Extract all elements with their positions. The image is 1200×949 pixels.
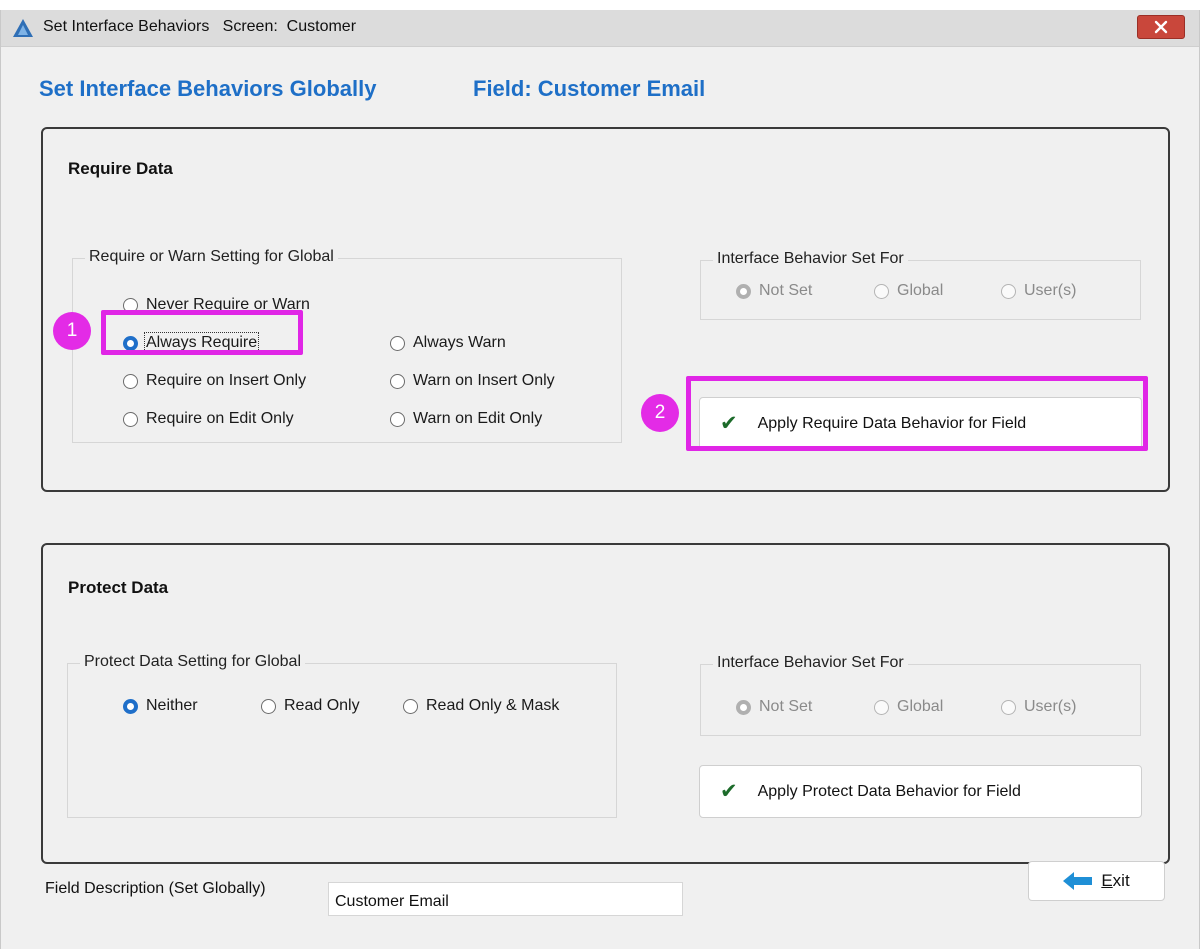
protect-behavior-fieldset: Interface Behavior Set For Not Set Globa… bbox=[700, 654, 1141, 736]
require-behavior-fieldset: Interface Behavior Set For Not Set Globa… bbox=[700, 250, 1141, 320]
protect-behavior-global-label: Global bbox=[897, 698, 944, 715]
radio-require-edit[interactable]: Require on Edit Only bbox=[123, 410, 294, 428]
require-behavior-users-label: User(s) bbox=[1024, 282, 1077, 299]
protect-behavior-users: User(s) bbox=[1001, 698, 1076, 716]
radio-read-only[interactable]: Read Only bbox=[261, 697, 360, 715]
protect-data-group: Protect Data Protect Data Setting for Gl… bbox=[41, 543, 1170, 864]
close-button[interactable] bbox=[1137, 15, 1185, 39]
protect-behavior-not-set-dot bbox=[736, 699, 751, 715]
highlight-apply-require bbox=[686, 376, 1148, 451]
radio-warn-edit-dot bbox=[390, 411, 405, 427]
radio-read-only-mask-dot bbox=[403, 698, 418, 714]
radio-warn-insert[interactable]: Warn on Insert Only bbox=[390, 372, 555, 390]
window-title: Set Interface Behaviors Screen: Customer bbox=[43, 18, 357, 35]
radio-require-insert-dot bbox=[123, 373, 138, 389]
radio-neither[interactable]: Neither bbox=[123, 697, 198, 715]
protect-behavior-users-label: User(s) bbox=[1024, 698, 1077, 715]
exit-button[interactable]: Exit bbox=[1028, 861, 1165, 901]
require-behavior-not-set-dot bbox=[736, 283, 751, 299]
radio-read-only-mask-label: Read Only & Mask bbox=[426, 697, 560, 714]
protect-behavior-global-dot bbox=[874, 699, 889, 715]
radio-neither-dot bbox=[123, 698, 138, 714]
protect-setting-fieldset: Protect Data Setting for Global Neither … bbox=[67, 653, 617, 818]
radio-read-only-mask[interactable]: Read Only & Mask bbox=[403, 697, 559, 715]
radio-read-only-dot bbox=[261, 698, 276, 714]
protect-behavior-not-set: Not Set bbox=[736, 698, 812, 716]
require-behavior-legend: Interface Behavior Set For bbox=[713, 250, 908, 268]
step-badge-1: 1 bbox=[53, 312, 91, 350]
radio-require-edit-label: Require on Edit Only bbox=[146, 410, 294, 427]
require-data-title: Require Data bbox=[68, 159, 173, 178]
radio-warn-insert-label: Warn on Insert Only bbox=[413, 372, 555, 389]
close-icon bbox=[1154, 20, 1168, 34]
radio-read-only-label: Read Only bbox=[284, 697, 360, 714]
radio-warn-insert-dot bbox=[390, 373, 405, 389]
protect-behavior-not-set-label: Not Set bbox=[759, 698, 813, 715]
radio-warn-edit-label: Warn on Edit Only bbox=[413, 410, 543, 427]
protect-behavior-global: Global bbox=[874, 698, 943, 716]
radio-neither-label: Neither bbox=[146, 697, 198, 714]
require-behavior-not-set: Not Set bbox=[736, 282, 812, 300]
exit-label: Exit bbox=[1101, 871, 1130, 890]
protect-data-title: Protect Data bbox=[68, 578, 169, 597]
require-behavior-users-dot bbox=[1001, 283, 1016, 299]
app-logo-icon bbox=[13, 19, 33, 37]
require-behavior-not-set-label: Not Set bbox=[759, 282, 813, 299]
page-title: Set Interface Behaviors Globally bbox=[39, 76, 377, 101]
require-behavior-users: User(s) bbox=[1001, 282, 1076, 300]
apply-protect-button[interactable]: ✔ Apply Protect Data Behavior for Field bbox=[699, 765, 1142, 818]
field-description-input[interactable] bbox=[328, 882, 683, 916]
radio-require-edit-dot bbox=[123, 411, 138, 427]
protect-behavior-users-dot bbox=[1001, 699, 1016, 715]
radio-require-insert-label: Require on Insert Only bbox=[146, 372, 307, 389]
protect-behavior-legend: Interface Behavior Set For bbox=[713, 654, 908, 672]
radio-always-warn-dot bbox=[390, 335, 405, 351]
require-behavior-global-dot bbox=[874, 283, 889, 299]
field-title: Field: Customer Email bbox=[473, 76, 706, 101]
dialog-window: Set Interface Behaviors Screen: Customer… bbox=[0, 10, 1200, 949]
require-setting-legend: Require or Warn Setting for Global bbox=[85, 248, 338, 266]
radio-warn-edit[interactable]: Warn on Edit Only bbox=[390, 410, 542, 428]
title-bar: Set Interface Behaviors Screen: Customer bbox=[1, 10, 1199, 47]
apply-protect-label: Apply Protect Data Behavior for Field bbox=[757, 782, 1021, 800]
require-behavior-global-label: Global bbox=[897, 282, 944, 299]
require-behavior-global: Global bbox=[874, 282, 943, 300]
highlight-always-require bbox=[101, 310, 303, 355]
checkmark-icon: ✔ bbox=[720, 780, 738, 803]
step-badge-2: 2 bbox=[641, 394, 679, 432]
field-description-label: Field Description (Set Globally) bbox=[45, 880, 266, 897]
radio-require-insert[interactable]: Require on Insert Only bbox=[123, 372, 306, 390]
arrow-left-icon bbox=[1063, 872, 1093, 890]
protect-setting-legend: Protect Data Setting for Global bbox=[80, 653, 305, 671]
radio-always-warn[interactable]: Always Warn bbox=[390, 334, 506, 352]
radio-always-warn-label: Always Warn bbox=[413, 334, 506, 351]
